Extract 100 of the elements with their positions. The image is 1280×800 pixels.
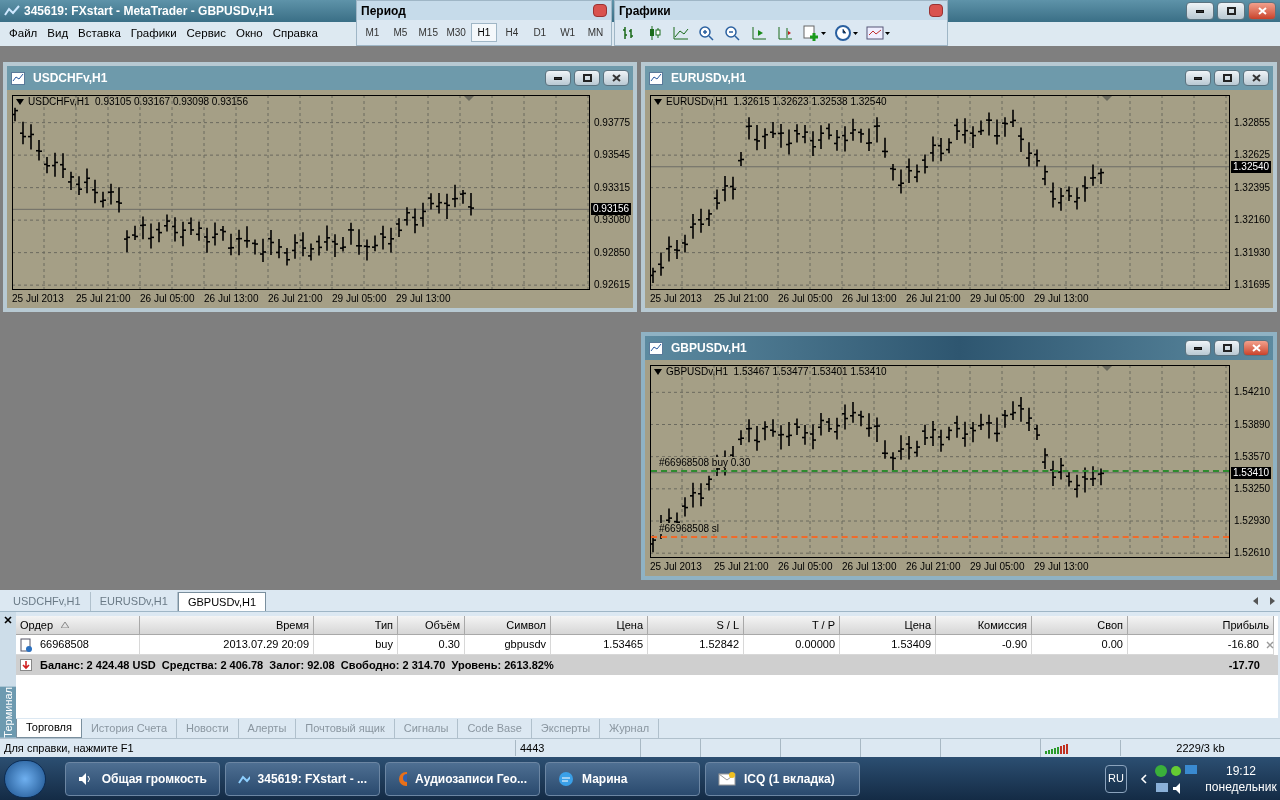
column-header[interactable]: Цена: [840, 616, 936, 635]
column-header[interactable]: Символ: [465, 616, 551, 635]
time-axis-label: 25 Jul 21:00: [76, 294, 131, 304]
chart-tab[interactable]: USDCHFv,H1: [4, 592, 91, 611]
price-axis-label: 1.31695: [1234, 280, 1271, 291]
period-button[interactable]: D1: [526, 23, 554, 42]
scroll-right-icon[interactable]: [1268, 597, 1276, 605]
minimize-button[interactable]: [1185, 70, 1211, 86]
column-header[interactable]: Своп: [1032, 616, 1128, 635]
traffic-counter: 2229/3 kb: [1120, 739, 1280, 757]
close-order-icon[interactable]: [1266, 641, 1274, 649]
column-header[interactable]: Прибыль: [1128, 616, 1274, 635]
period-button[interactable]: MN: [582, 23, 609, 42]
period-button[interactable]: M15: [414, 23, 442, 42]
minimize-button[interactable]: [1186, 2, 1214, 20]
time-axis-label: 29 Jul 05:00: [970, 562, 1025, 572]
close-icon: [611, 74, 621, 82]
menu-item[interactable]: Файл: [4, 25, 43, 43]
language-indicator[interactable]: RU: [1105, 764, 1127, 793]
period-button[interactable]: H1: [470, 23, 498, 42]
column-header[interactable]: Комиссия: [936, 616, 1032, 635]
maximize-button[interactable]: [1214, 340, 1240, 356]
price-axis-label: 0.93545: [594, 150, 631, 161]
connection-bars-icon: [1045, 742, 1071, 754]
column-header[interactable]: S / L: [648, 616, 744, 635]
maximize-button[interactable]: [1217, 2, 1245, 20]
chart-tab[interactable]: GBPUSDv,H1: [177, 592, 267, 611]
maximize-button[interactable]: [574, 70, 600, 86]
status-bar-count: 4443: [515, 739, 640, 757]
chart-shift-marker-icon[interactable]: [1102, 366, 1112, 371]
scroll-left-icon[interactable]: [1252, 597, 1260, 605]
minimize-button[interactable]: [1185, 340, 1211, 356]
current-price-label: 1.32540: [1231, 160, 1272, 173]
period-button[interactable]: M1: [359, 23, 386, 42]
app-icon: [4, 4, 20, 18]
taskbar-button[interactable]: Общая громкость: [65, 761, 220, 796]
time-axis-label: 25 Jul 2013: [650, 562, 702, 572]
start-button[interactable]: [4, 759, 46, 798]
maximize-button[interactable]: [1214, 70, 1240, 86]
chart-shift-icon: [776, 25, 794, 41]
menu-item[interactable]: Справка: [267, 25, 323, 43]
column-header[interactable]: T / P: [744, 616, 840, 635]
clock-day: понедельник: [1205, 778, 1277, 795]
sort-arrow-icon: [61, 622, 70, 628]
price-axis-label: 1.52930: [1234, 516, 1271, 526]
column-header[interactable]: Объём: [398, 616, 465, 635]
zoom-out-icon: [724, 25, 742, 41]
price-axis-label: 1.32855: [1234, 117, 1271, 128]
column-header[interactable]: Тип: [314, 616, 398, 635]
taskbar-button[interactable]: 345619: FXstart - ...: [225, 761, 380, 796]
period-button[interactable]: W1: [554, 23, 582, 42]
period-button[interactable]: M5: [386, 23, 414, 42]
column-header[interactable]: Цена: [551, 616, 648, 635]
close-button[interactable]: [1243, 340, 1269, 356]
taskbar-button[interactable]: ICQ (1 вкладка): [705, 761, 860, 796]
minimize-button[interactable]: [545, 70, 571, 86]
chart-shift-marker-icon[interactable]: [464, 96, 474, 101]
close-button[interactable]: [929, 4, 943, 17]
chart-tab[interactable]: EURUSDv,H1: [90, 592, 178, 611]
dropdown-triangle-icon[interactable]: [654, 369, 662, 375]
period-button[interactable]: H4: [498, 23, 526, 42]
indicator-add-icon: [802, 25, 820, 41]
period-button[interactable]: M30: [442, 23, 470, 42]
chart-shift-marker-icon[interactable]: [1102, 96, 1112, 101]
time-axis-label: 29 Jul 13:00: [1034, 562, 1089, 572]
menu-item[interactable]: Вид: [42, 25, 74, 43]
taskbar-button[interactable]: Марина: [545, 761, 700, 796]
menu-item[interactable]: Графики: [125, 25, 182, 43]
close-button[interactable]: [603, 70, 629, 86]
menu-item[interactable]: Вставка: [73, 25, 126, 43]
total-profit: -17.70: [1228, 657, 1261, 673]
template-icon: [866, 25, 884, 41]
status-help-text: Для справки, нажмите F1: [3, 740, 135, 756]
window-title: 345619: FXstart - MetaTrader - GBPUSDv,H1: [24, 3, 274, 20]
time-axis-label: 25 Jul 2013: [12, 294, 64, 304]
taskbar-button[interactable]: Аудиозаписи Гео...: [385, 761, 540, 796]
chart-quote-header: USDCHFv,H1 0.93105 0.93167 0.93098 0.93156: [28, 97, 248, 107]
dropdown-triangle-icon[interactable]: [16, 99, 24, 105]
chart-window-icon: [11, 71, 25, 85]
terminal-tab[interactable]: Торговля: [16, 718, 82, 738]
close-button[interactable]: [1248, 2, 1276, 20]
close-button[interactable]: [593, 4, 607, 17]
column-header[interactable]: Время: [140, 616, 314, 635]
time-axis-label: 26 Jul 21:00: [268, 294, 323, 304]
line-chart-icon: [672, 25, 690, 41]
price-axis-label: 0.92615: [594, 280, 631, 291]
toolbar-title: Графики: [619, 2, 672, 20]
template-button[interactable]: [863, 23, 893, 43]
time-axis-label: 26 Jul 05:00: [778, 562, 833, 572]
current-price-label: 0.93156: [591, 203, 632, 216]
order-line-label: #66968508 sl: [658, 522, 721, 534]
price-axis-label: 1.53570: [1234, 451, 1271, 462]
menu-item[interactable]: Сервис: [181, 25, 231, 43]
close-icon[interactable]: [4, 616, 12, 624]
price-axis-label: 0.93775: [594, 117, 631, 128]
dropdown-triangle-icon[interactable]: [654, 99, 662, 105]
menu-item[interactable]: Окно: [230, 25, 268, 43]
zoom-in-icon: [698, 25, 716, 41]
close-button[interactable]: [1243, 70, 1269, 86]
column-header[interactable]: Ордер: [16, 616, 140, 635]
